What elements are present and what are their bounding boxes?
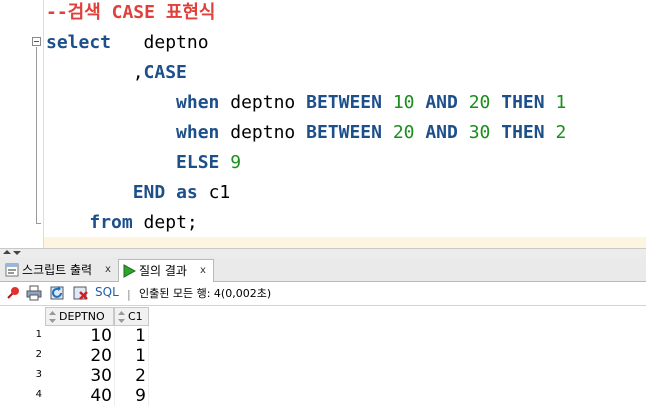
- sql-number: 20: [468, 92, 491, 113]
- row-number[interactable]: 4: [0, 389, 42, 400]
- row-number[interactable]: 1: [0, 329, 42, 340]
- table-cell-c1[interactable]: 1: [115, 346, 146, 366]
- sql-number: 10: [392, 92, 415, 113]
- column-divider: [148, 326, 149, 406]
- column-header-c1[interactable]: C1: [114, 307, 149, 326]
- row-number[interactable]: 3: [0, 369, 42, 380]
- sql-keyword: THEN: [501, 92, 545, 113]
- tab-query-result-label: 질의 결과: [139, 264, 187, 278]
- sql-number: 30: [468, 122, 491, 143]
- row-number[interactable]: 2: [0, 349, 42, 360]
- tab-query-result[interactable]: 질의 결과 x: [118, 259, 214, 282]
- code-line[interactable]: --검색 CASE 표현식: [46, 2, 216, 24]
- fold-toggle-icon[interactable]: [32, 37, 41, 46]
- table-cell-deptno[interactable]: 10: [46, 326, 112, 346]
- sql-text: deptno: [111, 32, 209, 53]
- close-icon[interactable]: x: [105, 259, 111, 281]
- cancel-query-icon[interactable]: [73, 285, 89, 301]
- print-icon[interactable]: [26, 285, 42, 301]
- column-divider: [114, 326, 115, 406]
- code-line[interactable]: select deptno: [46, 32, 209, 54]
- sql-text: deptno: [219, 92, 307, 113]
- sql-keyword: when: [176, 122, 220, 143]
- column-header-label: DEPTNO: [59, 310, 105, 323]
- fold-guide-end: [36, 223, 41, 224]
- gutter-divider: [43, 0, 44, 248]
- table-cell-deptno[interactable]: 30: [46, 366, 112, 386]
- tab-script-output-label: 스크립트 출력: [22, 263, 93, 277]
- run-query-icon: [123, 264, 136, 278]
- expand-up-icon[interactable]: [3, 250, 11, 254]
- sql-keyword: CASE: [143, 62, 187, 83]
- column-header-label: C1: [128, 310, 143, 323]
- code-line[interactable]: ,CASE: [46, 62, 187, 84]
- result-grid[interactable]: DEPTNO C1 1 10 1 2 20 1 3 30 2 4 40 9: [0, 306, 646, 419]
- sql-button[interactable]: SQL: [95, 285, 119, 299]
- sql-keyword: AND: [425, 122, 458, 143]
- table-cell-deptno[interactable]: 40: [46, 386, 112, 406]
- sql-comment: --검색 CASE 표현식: [46, 2, 216, 23]
- output-tab-bar: 스크립트 출력 x 질의 결과 x: [0, 257, 646, 282]
- sql-keyword: as: [176, 182, 198, 203]
- refresh-icon[interactable]: [50, 285, 66, 301]
- sql-keyword: AND: [425, 92, 458, 113]
- sql-keyword: THEN: [501, 122, 545, 143]
- sql-text: c1: [197, 182, 231, 203]
- table-cell-c1[interactable]: 9: [115, 386, 146, 406]
- sql-keyword: BETWEEN: [306, 92, 382, 113]
- toolbar-separator: |: [127, 288, 131, 301]
- code-line[interactable]: from dept;: [46, 212, 198, 234]
- code-line[interactable]: when deptno BETWEEN 20 AND 30 THEN 2: [46, 122, 566, 144]
- current-line-highlight: [44, 237, 646, 248]
- fold-guide: [36, 47, 37, 223]
- sql-keyword: END: [132, 182, 166, 203]
- sql-keyword: from: [89, 212, 133, 233]
- sql-keyword: select: [46, 32, 112, 53]
- sql-keyword: BETWEEN: [306, 122, 382, 143]
- code-line[interactable]: END as c1: [46, 182, 231, 204]
- result-toolbar: SQL | 인출된 모든 행: 4(0,002초): [0, 282, 646, 306]
- sql-text: dept;: [132, 212, 198, 233]
- sort-icon[interactable]: [49, 311, 56, 323]
- sql-number: 9: [230, 152, 242, 173]
- collapse-down-icon[interactable]: [13, 251, 21, 255]
- sort-icon[interactable]: [118, 311, 125, 323]
- fetch-status-text: 인출된 모든 행: 4(0,002초): [139, 287, 272, 300]
- close-icon[interactable]: x: [200, 260, 206, 282]
- pin-icon[interactable]: [5, 285, 21, 301]
- sql-text: ,: [46, 62, 144, 83]
- sql-number: 1: [555, 92, 567, 113]
- sql-editor[interactable]: --검색 CASE 표현식 select deptno ,CASE when de…: [0, 0, 646, 248]
- table-cell-c1[interactable]: 2: [115, 366, 146, 386]
- code-line[interactable]: when deptno BETWEEN 10 AND 20 THEN 1: [46, 92, 566, 114]
- script-output-icon: [5, 263, 19, 277]
- sql-number: 2: [555, 122, 567, 143]
- tab-script-output[interactable]: 스크립트 출력 x: [2, 259, 116, 281]
- sql-number: 20: [392, 122, 415, 143]
- code-line[interactable]: ELSE 9: [46, 152, 241, 174]
- sql-keyword: ELSE: [176, 152, 220, 173]
- table-cell-c1[interactable]: 1: [115, 326, 146, 346]
- column-header-deptno[interactable]: DEPTNO: [45, 307, 114, 326]
- table-cell-deptno[interactable]: 20: [46, 346, 112, 366]
- sql-text: deptno: [219, 122, 307, 143]
- sql-keyword: when: [176, 92, 220, 113]
